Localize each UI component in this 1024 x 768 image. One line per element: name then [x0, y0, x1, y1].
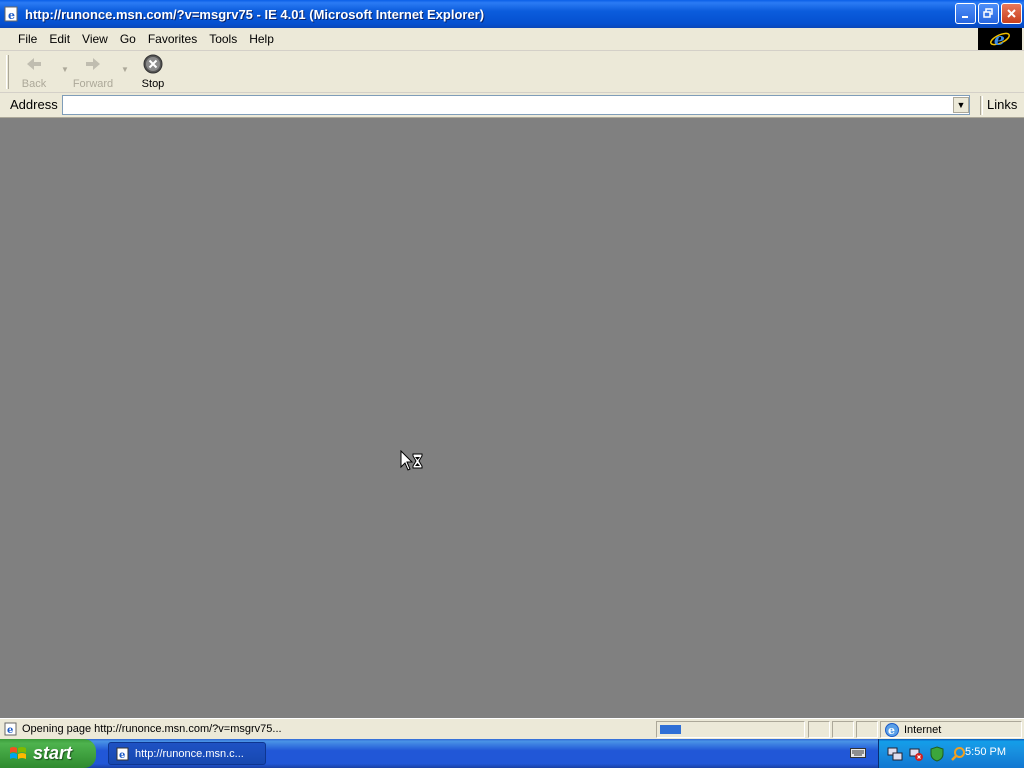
window-title: http://runonce.msn.com/?v=msgrv75 - IE 4…	[25, 6, 485, 22]
forward-arrow-icon	[86, 58, 100, 70]
stop-label: Stop	[141, 78, 165, 90]
menu-file[interactable]: File	[12, 32, 43, 46]
progress-fill	[660, 725, 681, 734]
internet-globe-icon: e	[885, 722, 899, 737]
status-text: Opening page http://runonce.msn.com/?v=m…	[22, 723, 282, 735]
ie-logo-icon: e	[990, 30, 1010, 49]
system-tray: 5:50 PM	[878, 739, 1024, 768]
address-input[interactable]	[62, 95, 970, 115]
ie-page-icon: e	[116, 747, 129, 761]
ie-page-icon: e	[4, 6, 18, 22]
back-button[interactable]: Back	[18, 54, 50, 90]
security-zone[interactable]: e Internet	[880, 721, 1022, 738]
chevron-down-icon: ▼	[956, 100, 966, 110]
address-dropdown-button[interactable]: ▼	[953, 97, 969, 113]
zone-label: Internet	[904, 723, 942, 736]
busy-cursor-icon	[400, 450, 423, 471]
back-arrow-icon	[27, 58, 41, 70]
forward-label: Forward	[72, 78, 114, 90]
menu-edit[interactable]: Edit	[43, 32, 76, 46]
taskbar-item-ie[interactable]: e http://runonce.msn.c...	[108, 742, 266, 765]
forward-button[interactable]: Forward	[70, 54, 116, 90]
address-label: Address	[10, 97, 58, 112]
close-button[interactable]	[1001, 3, 1022, 24]
network-warning-icon[interactable]	[908, 746, 924, 762]
start-button[interactable]: start	[0, 739, 96, 768]
address-bar: Address ▼ Links	[0, 93, 1024, 118]
svg-text:e: e	[119, 750, 125, 761]
ie-throbber: e	[978, 28, 1022, 50]
menu-view[interactable]: View	[76, 32, 114, 46]
status-pane-3	[856, 721, 878, 738]
page-content[interactable]	[0, 119, 1024, 718]
taskbar: start e http://runonce.msn.c... 5:50 PM	[0, 739, 1024, 768]
svg-text:e: e	[8, 9, 15, 22]
svg-text:e: e	[888, 724, 895, 737]
menu-favorites[interactable]: Favorites	[142, 32, 203, 46]
minimize-icon	[962, 16, 968, 18]
standard-toolbar: Back ▼ Forward ▼ Stop	[0, 51, 1024, 93]
search-icon[interactable]	[950, 746, 966, 762]
menu-go[interactable]: Go	[114, 32, 142, 46]
toolbar-grip[interactable]	[6, 55, 9, 89]
links-separator	[980, 96, 983, 115]
taskbar-item-label: http://runonce.msn.c...	[135, 747, 244, 760]
status-pane-1	[808, 721, 830, 738]
back-dropdown-icon[interactable]: ▼	[61, 65, 69, 74]
forward-dropdown-icon[interactable]: ▼	[121, 65, 129, 74]
links-button[interactable]: Links	[987, 97, 1017, 112]
start-label: start	[33, 743, 73, 763]
title-bar[interactable]: e http://runonce.msn.com/?v=msgrv75 - IE…	[0, 0, 1024, 28]
status-pane-2	[832, 721, 854, 738]
close-icon	[1007, 9, 1016, 18]
status-bar: e Opening page http://runonce.msn.com/?v…	[0, 718, 1024, 739]
restore-button[interactable]	[978, 3, 999, 24]
menu-help[interactable]: Help	[243, 32, 280, 46]
windows-flag-icon	[10, 746, 26, 759]
svg-text:e: e	[994, 30, 1005, 49]
minimize-button[interactable]	[955, 3, 976, 24]
menu-tools[interactable]: Tools	[203, 32, 243, 46]
keyboard-icon[interactable]	[850, 747, 866, 759]
security-shield-icon[interactable]	[929, 745, 945, 762]
network-icon[interactable]	[887, 746, 903, 762]
restore-icon	[983, 8, 993, 18]
progress-bar	[656, 721, 805, 738]
svg-text:e: e	[7, 725, 13, 736]
back-label: Back	[21, 78, 47, 90]
menu-bar: File Edit View Go Favorites Tools Help e	[0, 28, 1024, 51]
clock[interactable]: 5:50 PM	[965, 746, 1006, 758]
stop-icon	[143, 54, 163, 74]
stop-button[interactable]: Stop	[138, 54, 168, 90]
ie-page-icon: e	[4, 722, 17, 736]
